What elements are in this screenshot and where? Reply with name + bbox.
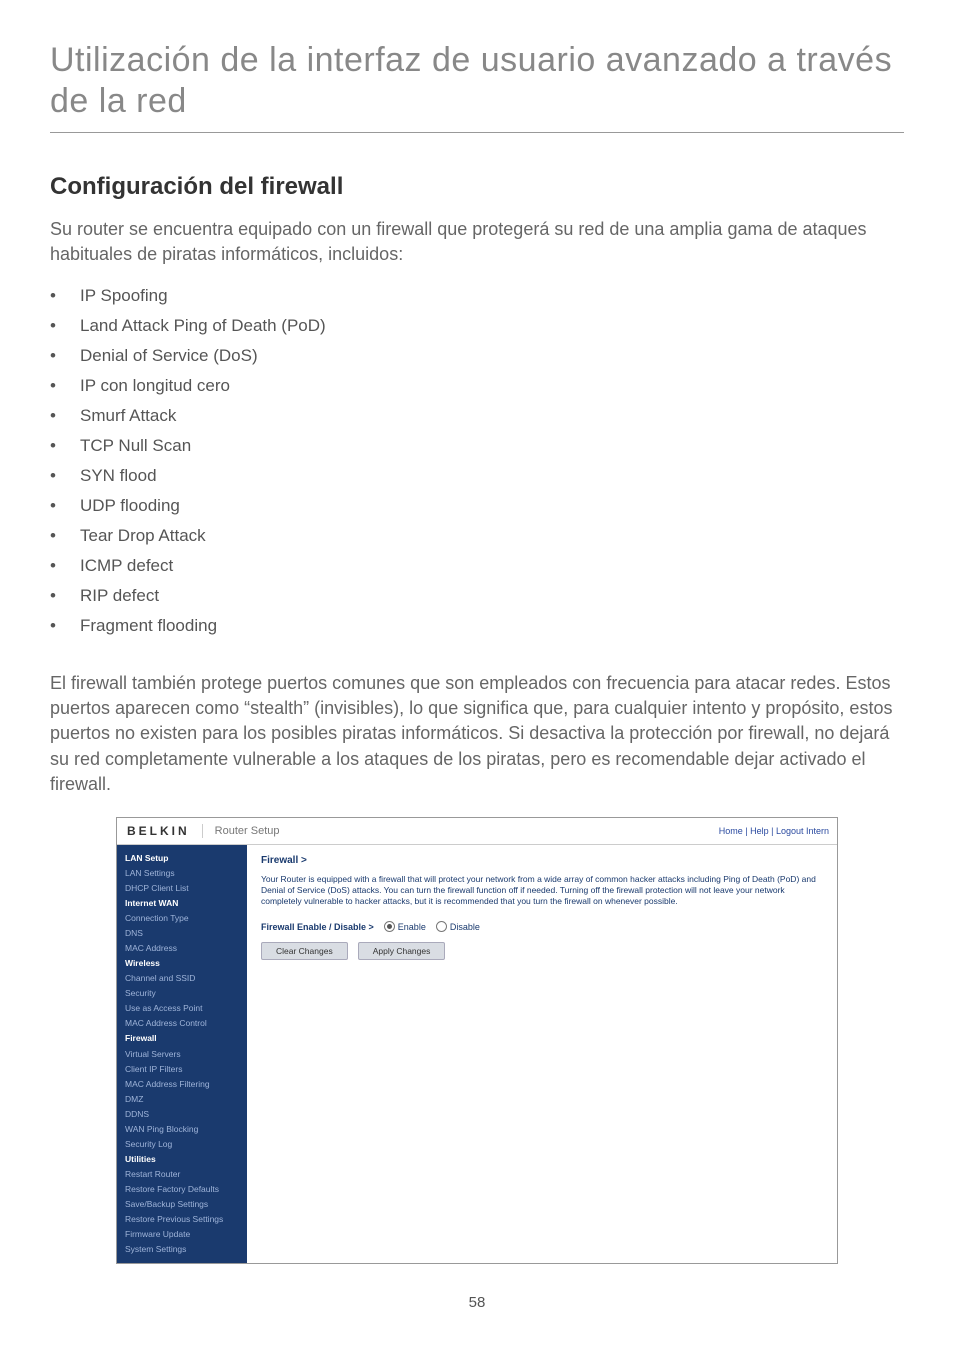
sidebar-item[interactable]: MAC Address Control xyxy=(117,1016,247,1031)
sidebar-item[interactable]: DMZ xyxy=(117,1092,247,1107)
router-setup-label: Router Setup xyxy=(203,825,280,837)
router-main: Firewall > Your Router is equipped with … xyxy=(247,845,837,1263)
sidebar-item[interactable]: Security xyxy=(117,986,247,1001)
sidebar-item[interactable]: Restore Factory Defaults xyxy=(117,1182,247,1197)
sidebar-item: Wireless xyxy=(117,956,247,971)
sidebar-item[interactable]: DNS xyxy=(117,926,247,941)
page-title: Utilización de la interfaz de usuario av… xyxy=(50,40,904,122)
sidebar-item-firewall[interactable]: Firewall xyxy=(117,1031,247,1046)
firewall-description: Your Router is equipped with a firewall … xyxy=(261,874,823,907)
router-header: BELKIN Router Setup Home | Help | Logout… xyxy=(117,818,837,845)
sidebar-item: Internet WAN xyxy=(117,896,247,911)
sidebar-item[interactable]: Virtual Servers xyxy=(117,1047,247,1062)
firewall-toggle-label: Firewall Enable / Disable > xyxy=(261,922,374,932)
sidebar-item[interactable]: Connection Type xyxy=(117,911,247,926)
radio-disable-label: Disable xyxy=(450,922,480,932)
sidebar-item: LAN Setup xyxy=(117,851,247,866)
list-item: RIP defect xyxy=(50,581,904,611)
radio-enable[interactable]: Enable xyxy=(384,921,426,932)
list-item: TCP Null Scan xyxy=(50,431,904,461)
list-item: ICMP defect xyxy=(50,551,904,581)
apply-changes-button[interactable]: Apply Changes xyxy=(358,942,446,960)
radio-icon xyxy=(384,921,395,932)
sidebar-item[interactable]: Client IP Filters xyxy=(117,1062,247,1077)
clear-changes-button[interactable]: Clear Changes xyxy=(261,942,348,960)
sidebar-item[interactable]: Channel and SSID xyxy=(117,971,247,986)
sidebar-item[interactable]: Security Log xyxy=(117,1137,247,1152)
sidebar-item[interactable]: DHCP Client List xyxy=(117,881,247,896)
sidebar-item[interactable]: LAN Settings xyxy=(117,866,247,881)
list-item: Fragment flooding xyxy=(50,611,904,641)
list-item: Denial of Service (DoS) xyxy=(50,341,904,371)
list-item: Smurf Attack xyxy=(50,401,904,431)
sidebar-item[interactable]: Use as Access Point xyxy=(117,1001,247,1016)
sidebar-item[interactable]: MAC Address xyxy=(117,941,247,956)
sidebar-item[interactable]: MAC Address Filtering xyxy=(117,1077,247,1092)
intro-paragraph: Su router se encuentra equipado con un f… xyxy=(50,217,904,267)
list-item: IP con longitud cero xyxy=(50,371,904,401)
sidebar-item[interactable]: Restore Previous Settings xyxy=(117,1212,247,1227)
sidebar-item[interactable]: System Settings xyxy=(117,1242,247,1257)
attack-list: IP Spoofing Land Attack Ping of Death (P… xyxy=(50,281,904,641)
description-paragraph: El firewall también protege puertos comu… xyxy=(50,671,904,797)
sidebar-item[interactable]: Firmware Update xyxy=(117,1227,247,1242)
divider xyxy=(50,132,904,133)
radio-icon xyxy=(436,921,447,932)
list-item: UDP flooding xyxy=(50,491,904,521)
list-item: Land Attack Ping of Death (PoD) xyxy=(50,311,904,341)
sidebar-item[interactable]: Restart Router xyxy=(117,1167,247,1182)
breadcrumb: Firewall > xyxy=(261,855,823,866)
router-ui-screenshot: BELKIN Router Setup Home | Help | Logout… xyxy=(116,817,838,1264)
sidebar-item: Utilities xyxy=(117,1152,247,1167)
list-item: SYN flood xyxy=(50,461,904,491)
list-item: Tear Drop Attack xyxy=(50,521,904,551)
firewall-enable-row: Firewall Enable / Disable > Enable Disab… xyxy=(261,921,823,932)
sidebar-item[interactable]: Save/Backup Settings xyxy=(117,1197,247,1212)
sidebar-item[interactable]: DDNS xyxy=(117,1107,247,1122)
sidebar-item[interactable]: WAN Ping Blocking xyxy=(117,1122,247,1137)
list-item: IP Spoofing xyxy=(50,281,904,311)
router-sidebar: LAN Setup LAN Settings DHCP Client List … xyxy=(117,845,247,1263)
top-links[interactable]: Home | Help | Logout Intern xyxy=(719,826,829,836)
page-number: 58 xyxy=(50,1294,904,1311)
radio-enable-label: Enable xyxy=(398,922,426,932)
radio-disable[interactable]: Disable xyxy=(436,921,480,932)
belkin-logo: BELKIN xyxy=(127,824,203,838)
section-title: Configuración del firewall xyxy=(50,173,904,201)
button-row: Clear Changes Apply Changes xyxy=(261,942,823,960)
